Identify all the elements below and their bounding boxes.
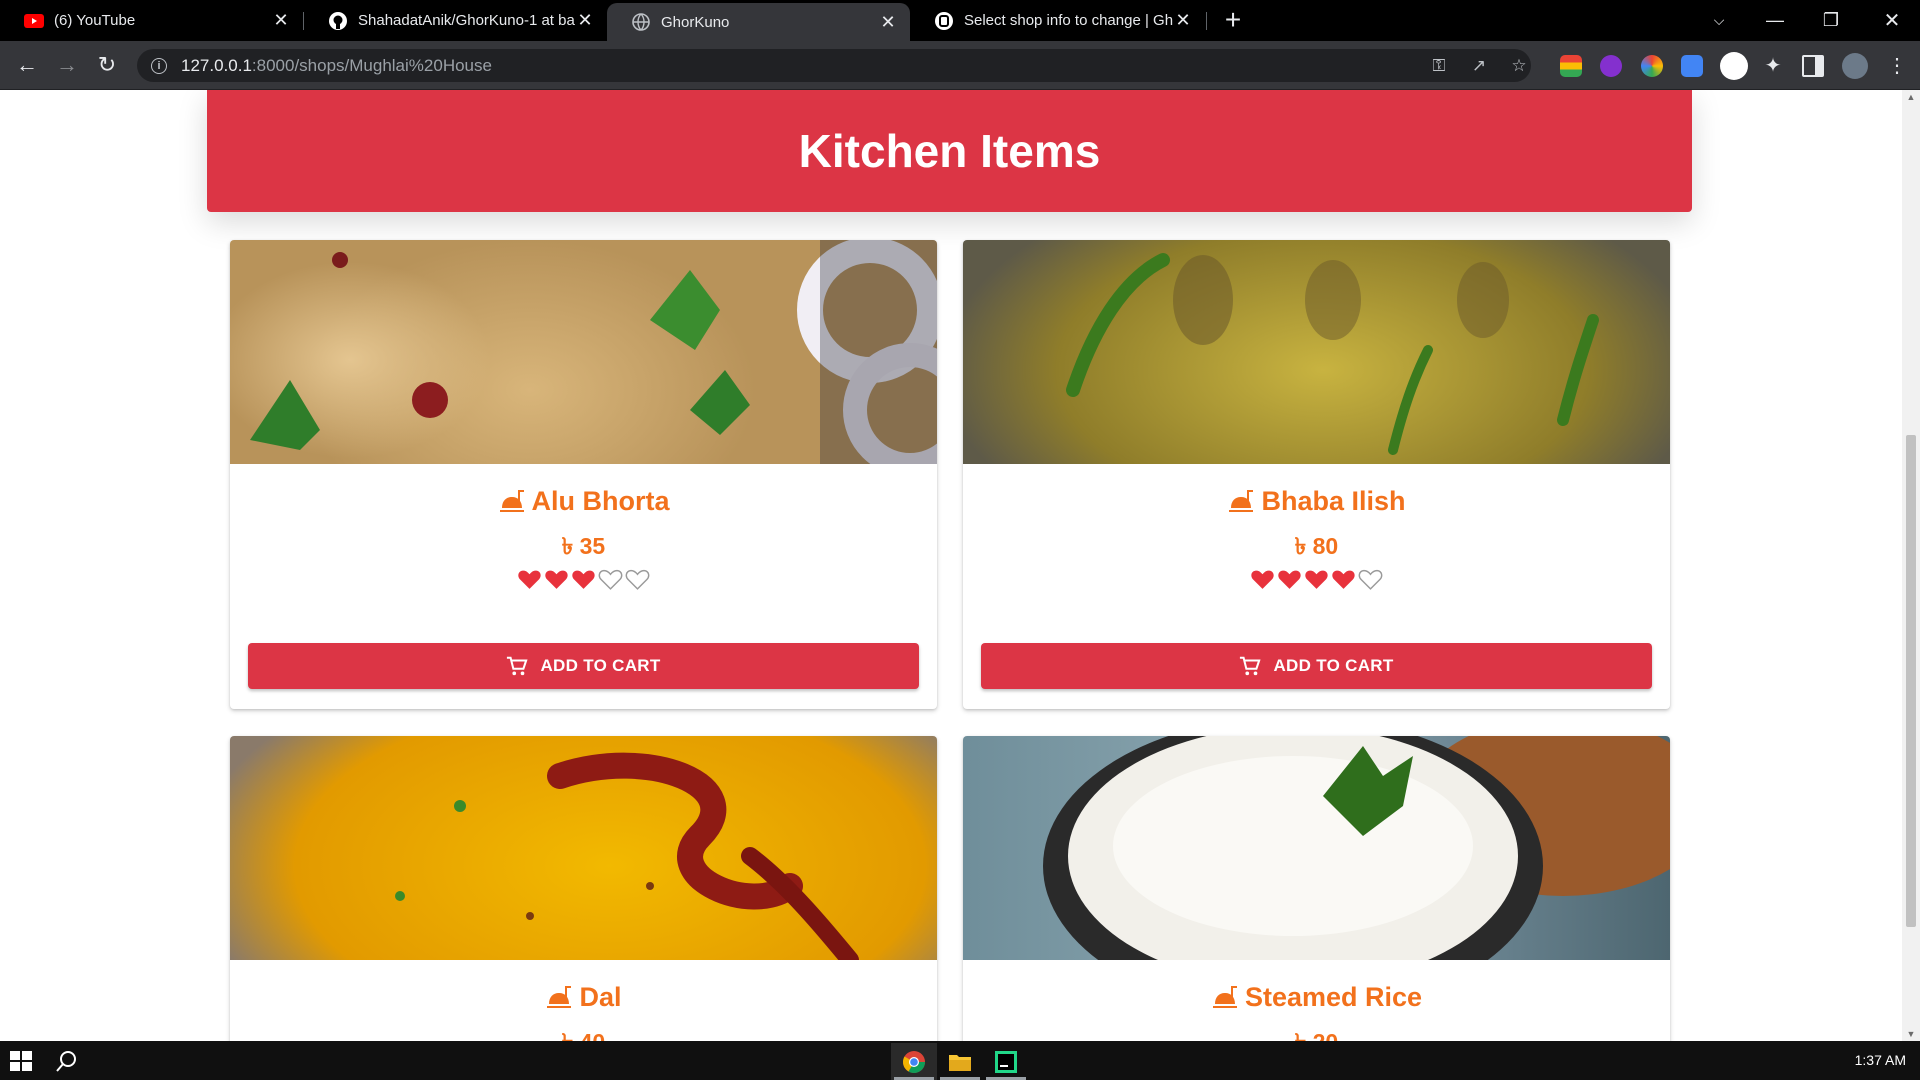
food-card: Bhaba Ilish ৳ 80 ADD TO CART bbox=[963, 240, 1670, 709]
address-bar[interactable]: i 127.0.0.1:8000/shops/Mughlai%20House ⚿… bbox=[137, 49, 1531, 82]
heart-filled-icon bbox=[1251, 570, 1274, 589]
item-price: ৳ 40 bbox=[230, 1024, 937, 1041]
item-price: ৳ 20 bbox=[963, 1024, 1670, 1041]
extension-icon[interactable] bbox=[1600, 55, 1622, 77]
share-icon[interactable]: ↗ bbox=[1469, 56, 1489, 76]
add-to-cart-button[interactable]: ADD TO CART bbox=[248, 643, 919, 689]
tab-ghorkuno[interactable]: GhorKuno ✕ bbox=[607, 3, 910, 41]
bookmark-star-icon[interactable]: ☆ bbox=[1509, 56, 1529, 76]
heart-filled-icon bbox=[1332, 570, 1355, 589]
heart-filled-icon bbox=[545, 570, 568, 589]
forward-button[interactable]: → bbox=[52, 50, 82, 80]
cart-icon bbox=[1240, 656, 1262, 676]
heart-filled-icon bbox=[1305, 570, 1328, 589]
item-name: Steamed Rice bbox=[1244, 981, 1423, 1012]
tab-github[interactable]: ShahadatAnik/GhorKuno-1 at ba ✕ bbox=[304, 0, 607, 41]
puzzle-icon[interactable]: ✦ bbox=[1762, 55, 1784, 77]
kebab-menu-icon[interactable]: ⋮ bbox=[1886, 55, 1908, 77]
back-button[interactable]: ← bbox=[12, 50, 42, 80]
chrome-taskbar-button[interactable] bbox=[891, 1043, 937, 1080]
add-to-cart-button[interactable]: ADD TO CART bbox=[981, 643, 1652, 689]
rating-hearts bbox=[230, 568, 937, 596]
page-scrollbar[interactable]: ▲ ▼ bbox=[1902, 90, 1920, 1041]
github-icon bbox=[328, 11, 348, 31]
cart-icon bbox=[507, 656, 529, 676]
close-icon[interactable]: ✕ bbox=[271, 10, 291, 31]
pycharm-taskbar-button[interactable] bbox=[983, 1043, 1029, 1080]
food-image bbox=[963, 736, 1670, 960]
food-card: Alu Bhorta ৳ 35 ADD TO CART bbox=[230, 240, 937, 709]
avatar[interactable] bbox=[1842, 53, 1868, 79]
close-icon[interactable]: ✕ bbox=[575, 10, 595, 31]
minimize-button[interactable]: — bbox=[1747, 0, 1803, 41]
scroll-up-arrow[interactable]: ▲ bbox=[1902, 90, 1920, 104]
food-card: Dal ৳ 40 bbox=[230, 736, 937, 1041]
page-title: Kitchen Items bbox=[798, 125, 1101, 177]
reload-button[interactable]: ↻ bbox=[92, 50, 122, 80]
windows-taskbar: 1:37 AM bbox=[0, 1041, 1920, 1080]
tab-admin[interactable]: Select shop info to change | Gho ✕ bbox=[910, 0, 1205, 41]
url-host: 127.0.0.1 bbox=[181, 55, 252, 75]
extension-icon[interactable] bbox=[1641, 55, 1663, 77]
food-tray-icon bbox=[1229, 490, 1254, 512]
new-tab-button[interactable]: + bbox=[1218, 6, 1248, 36]
heart-empty-icon bbox=[625, 569, 650, 590]
tab-title: (6) YouTube bbox=[54, 12, 136, 29]
food-tray-icon bbox=[1212, 986, 1237, 1008]
key-icon[interactable]: ⚿ bbox=[1429, 56, 1449, 76]
heart-empty-icon bbox=[598, 569, 623, 590]
page-viewport: Kitchen Items Alu Bhorta ৳ 35 ADD TO CAR… bbox=[0, 90, 1902, 1041]
rating-hearts bbox=[963, 568, 1670, 596]
globe-icon bbox=[631, 12, 651, 32]
food-image bbox=[230, 240, 937, 464]
restore-button[interactable]: ❐ bbox=[1803, 0, 1859, 41]
tab-title: Select shop info to change | Gho bbox=[964, 12, 1173, 29]
add-to-cart-label: ADD TO CART bbox=[1273, 656, 1394, 675]
extension-icon[interactable] bbox=[1560, 55, 1582, 77]
tab-search-chevron-icon[interactable]: ⌵ bbox=[1691, 0, 1747, 41]
tab-youtube[interactable]: (6) YouTube ✕ bbox=[0, 0, 303, 41]
side-panel-icon[interactable] bbox=[1802, 55, 1824, 77]
folder-icon bbox=[949, 1054, 971, 1071]
youtube-icon bbox=[24, 11, 44, 31]
item-price: ৳ 80 bbox=[1294, 533, 1339, 559]
browser-toolbar: ← → ↻ i 127.0.0.1:8000/shops/Mughlai%20H… bbox=[0, 41, 1920, 90]
window-close-button[interactable]: ✕ bbox=[1864, 0, 1920, 41]
food-tray-icon bbox=[547, 986, 572, 1008]
food-card: Steamed Rice ৳ 20 bbox=[963, 736, 1670, 1041]
food-image bbox=[963, 240, 1670, 464]
search-icon[interactable] bbox=[56, 1050, 78, 1072]
site-info-icon[interactable]: i bbox=[151, 57, 167, 74]
close-icon[interactable]: ✕ bbox=[1173, 10, 1193, 31]
windows-start-icon[interactable] bbox=[10, 1051, 32, 1071]
tab-title: GhorKuno bbox=[661, 13, 730, 31]
tab-title: ShahadatAnik/GhorKuno-1 at ba bbox=[358, 12, 575, 29]
pycharm-icon bbox=[995, 1050, 1017, 1073]
page-header-banner: Kitchen Items bbox=[207, 90, 1692, 212]
heart-filled-icon bbox=[518, 570, 541, 589]
heart-filled-icon bbox=[572, 570, 595, 589]
browser-tab-strip: (6) YouTube ✕ ShahadatAnik/GhorKuno-1 at… bbox=[0, 0, 1920, 41]
django-admin-icon bbox=[934, 11, 954, 31]
food-image bbox=[230, 736, 937, 960]
file-explorer-taskbar-button[interactable] bbox=[937, 1043, 983, 1080]
food-tray-icon bbox=[499, 490, 524, 512]
scroll-thumb[interactable] bbox=[1906, 435, 1916, 927]
item-name: Alu Bhorta bbox=[531, 485, 670, 516]
heart-filled-icon bbox=[1278, 570, 1301, 589]
item-name: Bhaba Ilish bbox=[1261, 485, 1406, 516]
heart-empty-icon bbox=[1358, 569, 1383, 590]
url-path: :8000/shops/Mughlai%20House bbox=[251, 55, 492, 75]
extension-icon[interactable] bbox=[1720, 52, 1748, 80]
item-name: Dal bbox=[579, 981, 622, 1012]
add-to-cart-label: ADD TO CART bbox=[540, 656, 661, 675]
close-icon[interactable]: ✕ bbox=[878, 12, 898, 33]
item-price: ৳ 35 bbox=[561, 533, 606, 559]
chrome-icon bbox=[903, 1050, 925, 1073]
taskbar-clock: 1:37 AM bbox=[1854, 1052, 1906, 1068]
scroll-down-arrow[interactable]: ▼ bbox=[1902, 1027, 1920, 1041]
translate-icon[interactable] bbox=[1681, 55, 1703, 77]
